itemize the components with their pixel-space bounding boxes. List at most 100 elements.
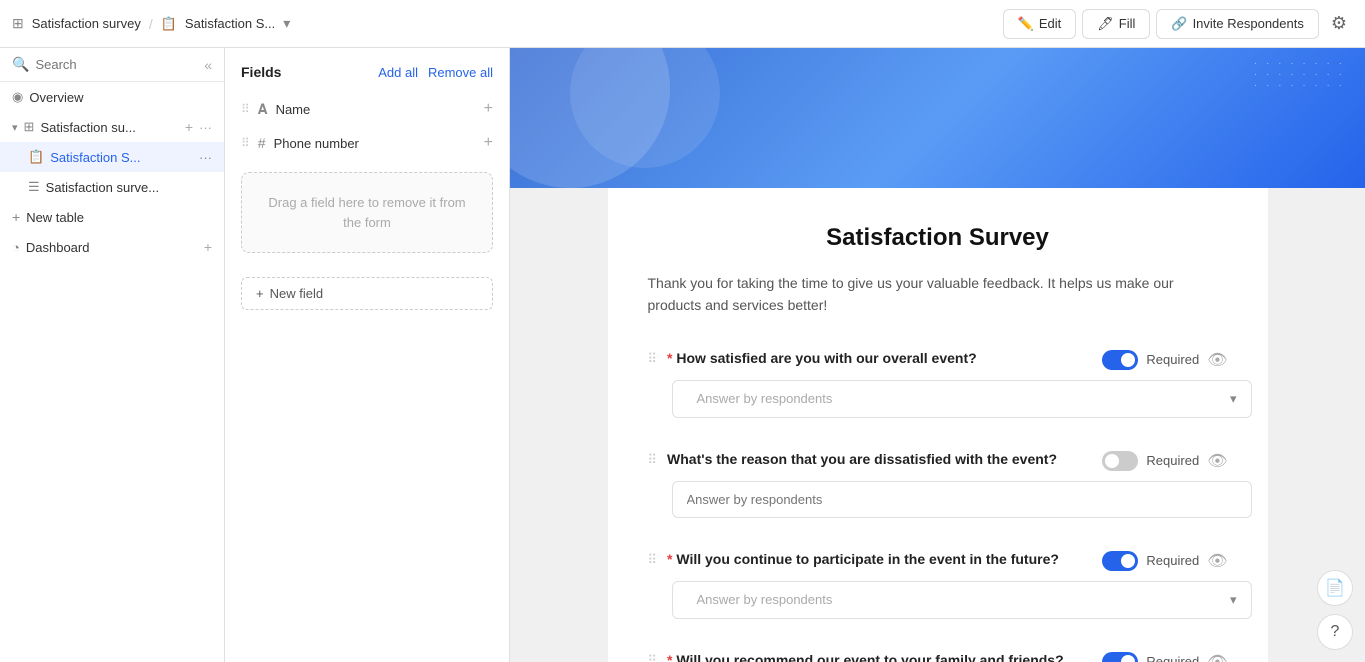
answer-dropdown-q3[interactable]: Answer by respondents ▾	[672, 581, 1252, 619]
drag-drop-zone: Drag a field here to remove it from the …	[241, 172, 493, 253]
question-controls-1: Required 👁	[1102, 350, 1227, 370]
overview-icon: ◉	[12, 89, 23, 105]
help-icon: ?	[1331, 623, 1340, 641]
survey-content: · · · · · · · ·· · · · · · · ·· · · · · …	[510, 48, 1365, 662]
main-layout: 🔍 « ◉ Overview ▾ ⊞ Satisfaction su... + …	[0, 48, 1365, 662]
invite-respondents-button[interactable]: 🔗 Invite Respondents	[1156, 9, 1318, 39]
dropdown-arrow-q1: ▾	[1230, 391, 1237, 407]
sidebar-item-satisfaction-form[interactable]: 📋 Satisfaction S... ···	[0, 142, 224, 172]
help-icon-button[interactable]: ?	[1317, 614, 1353, 650]
breadcrumb-dropdown-icon[interactable]: ▾	[283, 15, 290, 32]
field-item-phone[interactable]: ⠿ # Phone number +	[225, 126, 509, 160]
table-group-icon: ⊞	[24, 119, 35, 135]
hide-icon-q1[interactable]: 👁	[1207, 350, 1227, 370]
add-new-table-icon: +	[12, 209, 20, 225]
collapse-icon[interactable]: «	[204, 57, 212, 73]
banner-dots: · · · · · · · ·· · · · · · · ·· · · · · …	[1254, 58, 1345, 91]
search-icon: 🔍	[12, 56, 29, 73]
drag-handle-q4[interactable]: ⠿	[648, 653, 658, 662]
survey-banner: · · · · · · · ·· · · · · · · ·· · · · · …	[510, 48, 1365, 188]
table-icon: ⊞	[12, 15, 24, 32]
sidebar: 🔍 « ◉ Overview ▾ ⊞ Satisfaction su... + …	[0, 48, 225, 662]
search-input[interactable]	[35, 57, 198, 72]
required-star-q4: *	[667, 652, 672, 662]
question-block-2: ⠿ What's the reason that you are dissati…	[648, 450, 1228, 518]
drag-handle-q1[interactable]: ⠿	[648, 351, 658, 367]
fields-header: Fields Add all Remove all	[225, 64, 509, 92]
breadcrumb-survey[interactable]: Satisfaction survey	[32, 16, 141, 31]
add-all-button[interactable]: Add all	[378, 65, 418, 80]
dropdown-arrow-q3: ▾	[1230, 592, 1237, 608]
survey-description: Thank you for taking the time to give us…	[648, 272, 1228, 317]
question-text-2: What's the reason that you are dissatisf…	[667, 450, 1092, 470]
document-icon-button[interactable]: 📄	[1317, 570, 1353, 606]
edit-icon: ✏️	[1018, 16, 1034, 32]
fields-panel: Fields Add all Remove all ⠿ 𝐀 Name + ⠿ #…	[225, 48, 510, 662]
field-item-name[interactable]: ⠿ 𝐀 Name +	[225, 92, 509, 126]
invite-icon: 🔗	[1171, 16, 1187, 32]
answer-input-q2[interactable]	[672, 481, 1252, 518]
hide-icon-q2[interactable]: 👁	[1207, 451, 1227, 471]
question-controls-4: Required 👁	[1102, 652, 1227, 662]
hash-type-icon: #	[258, 135, 266, 151]
hide-icon-q4[interactable]: 👁	[1207, 652, 1227, 662]
drag-handle-q2[interactable]: ⠿	[648, 452, 658, 468]
add-dashboard-icon[interactable]: +	[204, 239, 212, 255]
drag-handle-phone[interactable]: ⠿	[241, 136, 250, 150]
required-toggle-q4[interactable]	[1102, 652, 1138, 662]
add-table-icon[interactable]: +	[185, 119, 193, 135]
search-bar: 🔍 «	[0, 48, 224, 82]
hide-icon-q3[interactable]: 👁	[1207, 551, 1227, 571]
new-field-button[interactable]: + New field	[241, 277, 493, 310]
survey-title: Satisfaction Survey	[648, 224, 1228, 252]
question-block-3: ⠿ * Will you continue to participate in …	[648, 550, 1228, 619]
form-active-icon: 📋	[28, 149, 44, 165]
more-table-icon[interactable]: ···	[199, 120, 212, 135]
required-star-q3: *	[667, 551, 672, 567]
sidebar-item-overview[interactable]: ◉ Overview	[0, 82, 224, 112]
add-field-plus-icon: +	[256, 286, 264, 301]
breadcrumb-sep: /	[149, 16, 153, 32]
form-icon: 📋	[161, 16, 177, 32]
fields-actions: Add all Remove all	[378, 65, 493, 80]
edit-button[interactable]: ✏️ Edit	[1003, 9, 1077, 39]
question-block-1: ⠿ * How satisfied are you with our overa…	[648, 349, 1228, 418]
topbar: ⊞ Satisfaction survey / 📋 Satisfaction S…	[0, 0, 1365, 48]
question-text-3: * Will you continue to participate in th…	[667, 550, 1092, 570]
settings-button[interactable]: ⚙	[1325, 7, 1353, 40]
dashboard-icon: ◔	[12, 240, 20, 255]
gear-icon: ⚙	[1331, 13, 1347, 33]
required-toggle-q1[interactable]	[1102, 350, 1138, 370]
question-header-3: ⠿ * Will you continue to participate in …	[648, 550, 1228, 571]
question-block-4: ⠿ * Will you recommend our event to your…	[648, 651, 1228, 662]
drag-handle-q3[interactable]: ⠿	[648, 552, 658, 568]
answer-dropdown-q1[interactable]: Answer by respondents ▾	[672, 380, 1252, 418]
required-star-q1: *	[667, 350, 672, 366]
fill-icon: 🖊	[1097, 16, 1114, 32]
breadcrumb-form[interactable]: Satisfaction S...	[185, 16, 275, 31]
question-header-4: ⠿ * Will you recommend our event to your…	[648, 651, 1228, 662]
drag-handle-name[interactable]: ⠿	[241, 102, 250, 116]
sidebar-group-satisfaction: ▾ ⊞ Satisfaction su... + ··· 📋 Satisfact…	[0, 112, 224, 202]
arrow-down-icon: ▾	[12, 121, 18, 134]
more-form-icon[interactable]: ···	[199, 150, 212, 165]
add-phone-field-icon[interactable]: +	[484, 134, 493, 152]
required-toggle-q2[interactable]	[1102, 451, 1138, 471]
survey-card: Satisfaction Survey Thank you for taking…	[608, 188, 1268, 662]
document-icon: 📄	[1325, 578, 1345, 598]
sidebar-item-dashboard[interactable]: ◔ Dashboard +	[0, 232, 224, 262]
sidebar-group-header[interactable]: ▾ ⊞ Satisfaction su... + ···	[0, 112, 224, 142]
bottom-icons: 📄 ?	[1317, 570, 1353, 650]
question-header-2: ⠿ What's the reason that you are dissati…	[648, 450, 1228, 471]
question-header-1: ⠿ * How satisfied are you with our overa…	[648, 349, 1228, 370]
text-type-icon: 𝐀	[258, 101, 268, 118]
add-name-field-icon[interactable]: +	[484, 100, 493, 118]
question-text-4: * Will you recommend our event to your f…	[667, 651, 1092, 662]
question-controls-2: Required 👁	[1102, 451, 1227, 471]
sidebar-item-satisfaction-table[interactable]: ☰ Satisfaction surve...	[0, 172, 224, 202]
fill-button[interactable]: 🖊 Fill	[1082, 9, 1150, 39]
sidebar-new-table[interactable]: + New table	[0, 202, 224, 232]
table-list-icon: ☰	[28, 179, 40, 195]
required-toggle-q3[interactable]	[1102, 551, 1138, 571]
remove-all-button[interactable]: Remove all	[428, 65, 493, 80]
